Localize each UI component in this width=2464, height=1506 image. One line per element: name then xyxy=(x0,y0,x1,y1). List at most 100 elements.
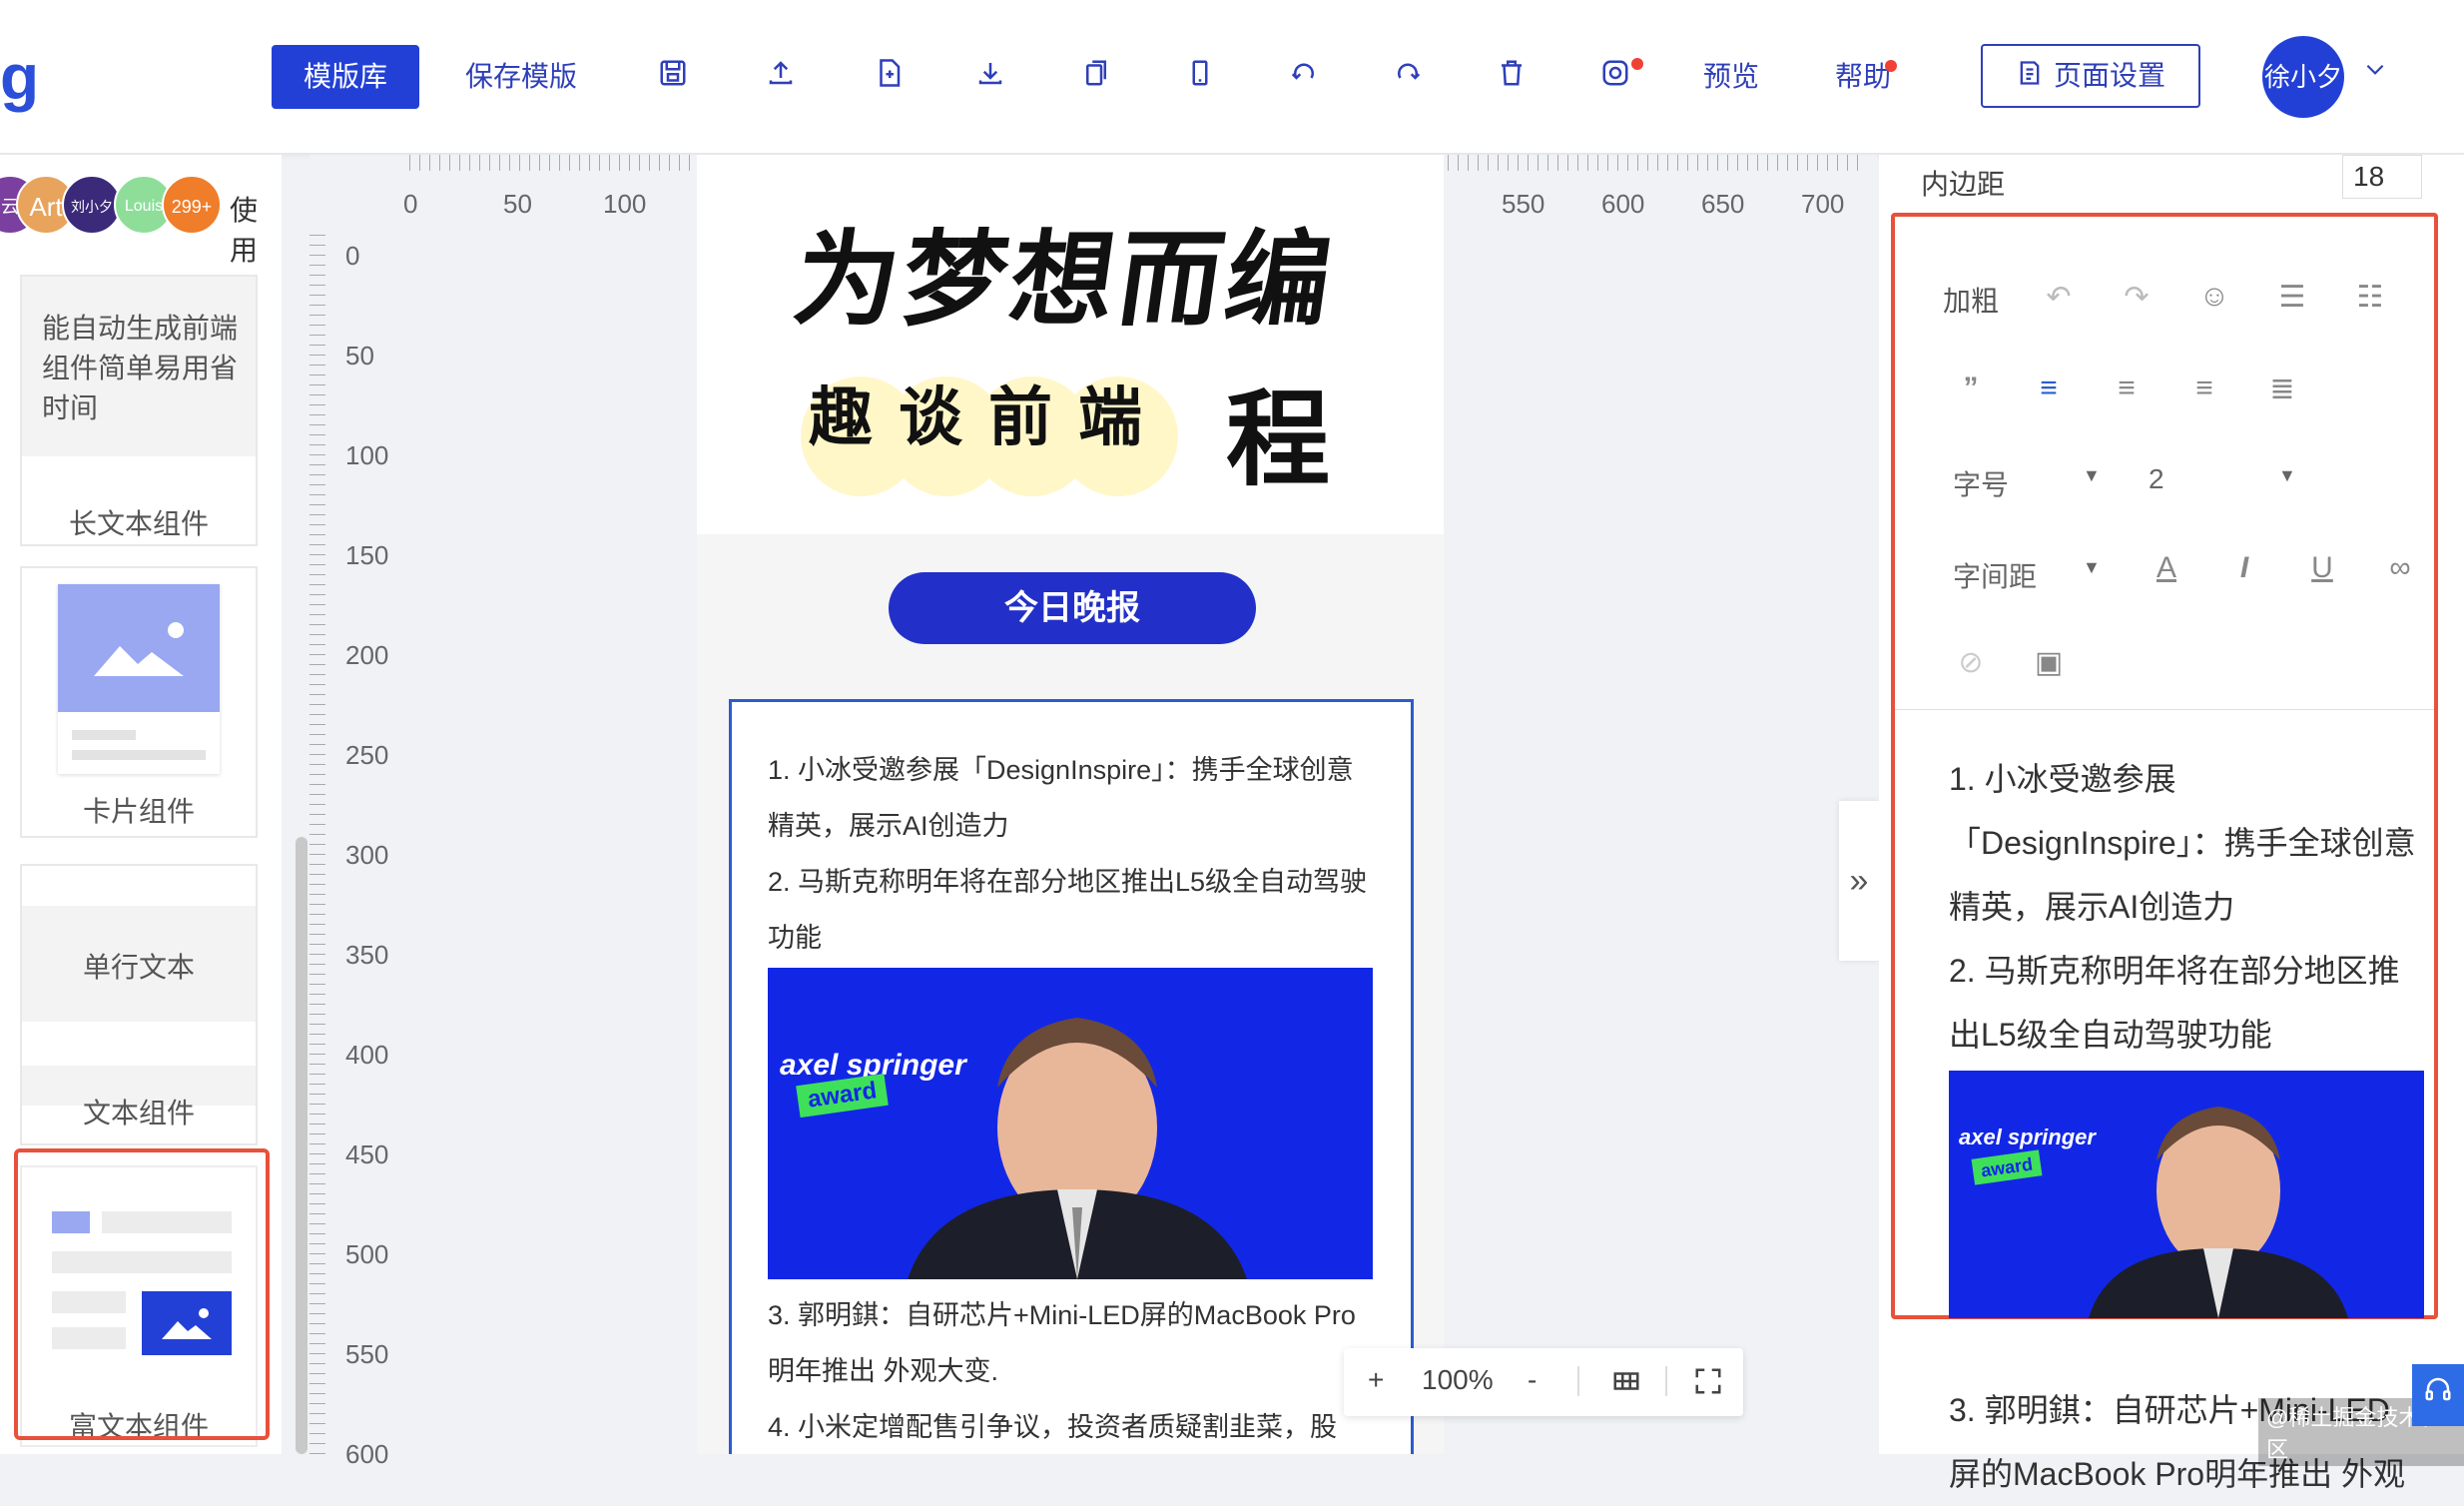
card-preview-text: 能自动生成前端组件简单易用省时间 xyxy=(42,313,239,423)
font-color-icon[interactable]: A xyxy=(2147,551,2186,585)
emoji-icon[interactable]: ☺ xyxy=(2194,280,2234,314)
page-canvas[interactable]: 为梦想而编 趣谈前端 程 今日晚报 1. 小冰受邀参展「DesignInspir… xyxy=(697,155,1444,1454)
card-label: 长文本组件 xyxy=(68,508,209,539)
long-text-component-card[interactable]: 能自动生成前端组件简单易用省时间 长文本组件 xyxy=(20,275,258,546)
save-template-button[interactable]: 保存模版 xyxy=(465,45,577,109)
page-settings-icon xyxy=(2016,48,2044,108)
template-library-button[interactable]: 模版库 xyxy=(272,45,419,109)
undo-icon[interactable]: ↶ xyxy=(2039,280,2079,315)
ruler-y-tick: 0 xyxy=(345,241,360,271)
ruler-x-tick: 100 xyxy=(603,189,647,219)
sidebar-scrollbar[interactable] xyxy=(296,837,308,1454)
ruler-y-tick: 350 xyxy=(345,940,389,970)
chevron-down-icon[interactable] xyxy=(2362,56,2388,89)
headset-support-icon[interactable] xyxy=(2412,1364,2464,1426)
zoom-out-button[interactable]: - xyxy=(1528,1364,1537,1396)
user-count-badge: 299+ xyxy=(162,175,222,235)
ruler-x-tick: 50 xyxy=(503,189,532,219)
zoom-level: 100% xyxy=(1422,1364,1494,1395)
image-placeholder-icon xyxy=(58,584,220,712)
notification-dot xyxy=(1631,58,1643,70)
fullscreen-icon[interactable] xyxy=(1693,1366,1723,1403)
ruler-x-tick: 0 xyxy=(403,189,418,219)
image-insert-icon[interactable]: ▣ xyxy=(2029,645,2069,680)
card-label: 文本组件 xyxy=(82,1098,195,1129)
text-component-card[interactable]: 单行文本 文本组件 xyxy=(20,864,258,1145)
mobile-icon[interactable] xyxy=(1182,58,1218,94)
help-button[interactable]: 帮助 xyxy=(1835,45,1891,109)
align-right-icon[interactable]: ≡ xyxy=(2184,372,2224,405)
delete-icon[interactable] xyxy=(1494,58,1530,94)
editor-paragraph: 2. 马斯克称明年将在部分地区推出L5级全自动驾驶功能 xyxy=(1949,953,2400,1053)
use-label: 使用 xyxy=(230,195,259,266)
padding-label: 内边距 xyxy=(1921,169,2006,200)
news-item: 4. 小米定增配售引争议，投资者质疑割韭菜，股 xyxy=(768,1412,1338,1442)
preview-button[interactable]: 预览 xyxy=(1703,45,1759,109)
underline-icon[interactable]: U xyxy=(2302,551,2342,585)
chevron-down-icon[interactable]: ▼ xyxy=(2083,465,2101,486)
ruler-y-tick: 300 xyxy=(345,840,389,870)
chevron-down-icon[interactable]: ▼ xyxy=(2083,557,2101,578)
unlink-icon[interactable]: ⊘ xyxy=(1951,645,1991,680)
selected-highlight xyxy=(14,1148,270,1440)
ruler-y-tick: 250 xyxy=(345,740,389,770)
grid-icon[interactable] xyxy=(1611,1366,1641,1403)
chevron-down-icon[interactable]: ▼ xyxy=(2278,465,2296,486)
user-bubble[interactable]: 刘小夕 xyxy=(62,175,122,235)
ruler-y-tick: 550 xyxy=(345,1339,389,1369)
photo-title: axel springer xyxy=(1959,1125,2096,1149)
ruler-y-tick: 600 xyxy=(345,1439,389,1469)
link-icon[interactable]: ∞ xyxy=(2380,551,2420,585)
ruler-y-tick: 150 xyxy=(345,540,389,570)
align-left-icon[interactable]: ≡ xyxy=(2029,372,2069,405)
align-center-icon[interactable]: ≡ xyxy=(2107,372,2147,405)
ruler-y-tick: 400 xyxy=(345,1040,389,1070)
banner-title: 为梦想而编 xyxy=(787,218,1344,341)
news-photo: axel springer award xyxy=(768,968,1373,1279)
card-label: 卡片组件 xyxy=(82,796,195,827)
evening-news-button[interactable]: 今日晚报 xyxy=(889,572,1256,644)
page-settings-label: 页面设置 xyxy=(2053,60,2165,91)
upload-icon[interactable] xyxy=(763,58,799,94)
title-banner[interactable]: 为梦想而编 趣谈前端 程 xyxy=(697,155,1444,534)
component-sidebar: 云 Art 刘小夕 Louis 299+ 使用 能自动生成前端组件简单易用省时间… xyxy=(0,155,282,1454)
user-strip: 云 Art 刘小夕 Louis 299+ 使用 xyxy=(0,175,282,266)
bold-button[interactable]: 加粗 xyxy=(1943,280,1999,320)
padding-input[interactable]: 18 xyxy=(2342,155,2422,199)
quote-icon[interactable]: ” xyxy=(1951,372,1991,405)
editor-content[interactable]: 1. 小冰受邀参展「DesignInspire」：携手全球创意精英，展示AI创造… xyxy=(1949,747,2424,1506)
font-size-select[interactable]: 2 xyxy=(2149,463,2164,495)
undo-icon[interactable] xyxy=(1286,58,1322,94)
ruler-y-tick: 450 xyxy=(345,1139,389,1169)
ruler-y-tick: 200 xyxy=(345,640,389,670)
zoom-in-button[interactable]: + xyxy=(1368,1364,1384,1396)
ruler-x-tick: 650 xyxy=(1701,189,1745,219)
numbered-list-icon[interactable]: ☷ xyxy=(2350,280,2390,315)
ruler-y-tick: 100 xyxy=(345,440,389,470)
card-preview-text: 单行文本 xyxy=(82,952,195,983)
news-item: 3. 郭明錤：自研芯片+Mini-LED屏的MacBook Pro明年推出 外观… xyxy=(768,1300,1356,1386)
redo-icon[interactable]: ↷ xyxy=(2117,280,2156,315)
top-toolbar: g 模版库 保存模版 预览 帮助 页面设置 徐小夕 xyxy=(0,0,2464,154)
ruler-x-tick: 600 xyxy=(1601,189,1645,219)
save-icon[interactable] xyxy=(655,58,691,94)
user-avatar[interactable]: 徐小夕 xyxy=(2262,36,2344,118)
page-settings-button[interactable]: 页面设置 xyxy=(1981,44,2200,108)
ruler-x-tick: 700 xyxy=(1801,189,1845,219)
rich-text-block[interactable]: 1. 小冰受邀参展「DesignInspire」：携手全球创意精英，展示AI创造… xyxy=(729,699,1414,1454)
align-justify-icon[interactable]: ≣ xyxy=(2262,372,2302,406)
collapse-panel-icon[interactable]: » xyxy=(1839,801,1879,961)
bullet-list-icon[interactable]: ☰ xyxy=(2272,280,2312,315)
news-item: 2. 马斯克称明年将在部分地区推出L5级全自动驾驶功能 xyxy=(768,867,1368,953)
instagram-icon[interactable] xyxy=(1597,58,1633,94)
download-icon[interactable] xyxy=(972,58,1008,94)
ruler-y-tick: 50 xyxy=(345,341,374,371)
news-item: 1. 小冰受邀参展「DesignInspire」：携手全球创意精英，展示AI创造… xyxy=(768,755,1354,841)
card-component-card[interactable]: 卡片组件 xyxy=(20,566,258,838)
italic-icon[interactable]: I xyxy=(2224,551,2264,585)
copy-icon[interactable] xyxy=(1078,58,1114,94)
banner-subtitle-tail: 程 xyxy=(1226,377,1331,500)
redo-icon[interactable] xyxy=(1390,58,1426,94)
new-file-icon[interactable] xyxy=(871,58,907,94)
letter-spacing-label: 字间距 xyxy=(1953,561,2038,592)
